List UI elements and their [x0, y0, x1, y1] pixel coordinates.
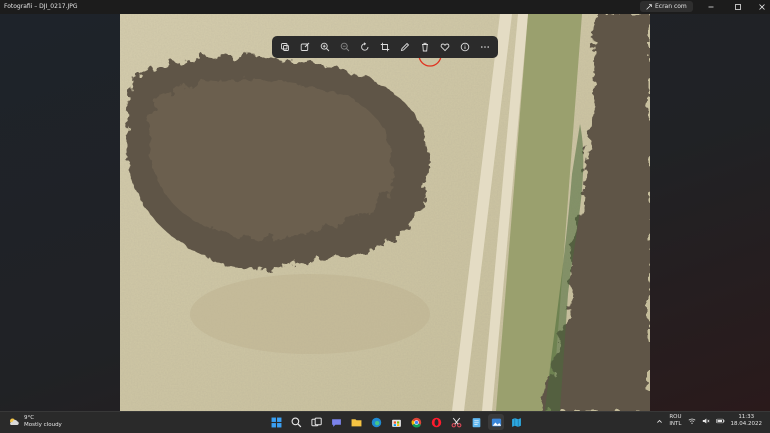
more-button[interactable] — [477, 39, 493, 55]
crop-button[interactable] — [377, 39, 393, 55]
window-title: Fotografii – DJI_0217.JPG — [4, 3, 78, 10]
chat-button[interactable] — [328, 414, 344, 430]
chrome-button[interactable] — [408, 414, 424, 430]
title-bar: Fotografii – DJI_0217.JPG Ecran com — [0, 0, 770, 14]
snip-button[interactable] — [448, 414, 464, 430]
language-indicator[interactable]: ROU INTL — [669, 414, 681, 428]
favorite-icon — [440, 43, 450, 52]
aerial-photo[interactable] — [120, 14, 650, 411]
battery-icon[interactable] — [715, 417, 725, 425]
system-tray: ROU INTL 11:33 18.04.2022 — [656, 414, 762, 428]
zoom-in-button[interactable] — [317, 39, 333, 55]
draw-button[interactable] — [397, 39, 413, 55]
edge-icon — [371, 417, 381, 427]
close-icon[interactable] — [757, 2, 767, 12]
search-button[interactable] — [288, 414, 304, 430]
zoom-out-icon — [340, 42, 350, 52]
favorite-button[interactable] — [437, 39, 453, 55]
fullscreen-label: Ecran com — [655, 3, 687, 10]
clock[interactable]: 11:33 18.04.2022 — [731, 414, 763, 428]
photo-viewer[interactable] — [0, 14, 770, 411]
windows-icon — [271, 417, 281, 427]
task-view-button[interactable] — [308, 414, 324, 430]
photo-canvas — [120, 14, 650, 411]
notepad-icon — [472, 417, 480, 427]
taskbar-apps — [268, 414, 524, 430]
clock-time: 11:33 — [738, 414, 755, 420]
weather-widget[interactable]: 9°C Mostly cloudy — [8, 415, 62, 429]
photos-button[interactable] — [488, 414, 504, 430]
delete-button[interactable] — [417, 39, 433, 55]
file-explorer-button[interactable] — [348, 414, 364, 430]
clock-date: 18.04.2022 — [730, 421, 763, 427]
duplicate-button[interactable] — [277, 39, 293, 55]
info-button[interactable] — [457, 39, 473, 55]
patch-lower — [190, 274, 430, 354]
more-icon — [481, 46, 489, 48]
store-button[interactable] — [388, 414, 404, 430]
edit-image-button[interactable] — [297, 39, 313, 55]
task-view-icon — [310, 417, 322, 426]
lang-top: ROU — [669, 414, 682, 420]
cloud-icon — [10, 418, 19, 425]
start-button[interactable] — [268, 414, 284, 430]
rotate-icon — [361, 42, 369, 51]
minimize-icon[interactable] — [706, 2, 716, 12]
zoom-out-button[interactable] — [337, 39, 353, 55]
search-icon — [291, 417, 301, 427]
draw-icon — [400, 42, 410, 52]
lang-bottom: INTL — [669, 421, 682, 427]
chevron-up-icon[interactable] — [656, 418, 663, 425]
maps-icon — [511, 417, 521, 427]
delete-icon — [422, 42, 428, 52]
chat-icon — [331, 418, 341, 427]
taskbar: 9°C Mostly cloudy ROU INTL 11:33 18.04.2… — [0, 411, 770, 433]
weather-desc: Mostly cloudy — [24, 422, 62, 428]
wifi-icon[interactable] — [688, 417, 696, 425]
info-icon — [460, 42, 470, 52]
chrome-icon — [411, 417, 421, 428]
viewer-toolbar — [272, 36, 498, 58]
edit-image-icon — [300, 42, 310, 51]
maps-button[interactable] — [508, 414, 524, 430]
rotate-button[interactable] — [357, 39, 373, 55]
opera-icon — [431, 417, 441, 427]
fullscreen-button[interactable]: Ecran com — [640, 1, 693, 12]
notepad-button[interactable] — [468, 414, 484, 430]
weather-temp: 9°C — [24, 415, 35, 421]
scissors-icon — [451, 417, 461, 427]
edge-button[interactable] — [368, 414, 384, 430]
maximize-icon[interactable] — [733, 2, 743, 12]
crop-icon — [380, 42, 390, 52]
duplicate-icon — [281, 43, 289, 51]
opera-button[interactable] — [428, 414, 444, 430]
photos-icon — [491, 418, 501, 426]
folder-icon — [351, 418, 361, 426]
store-icon — [391, 419, 401, 427]
volume-icon[interactable] — [702, 417, 710, 425]
zoom-in-icon — [320, 42, 330, 52]
expand-icon — [646, 3, 652, 10]
